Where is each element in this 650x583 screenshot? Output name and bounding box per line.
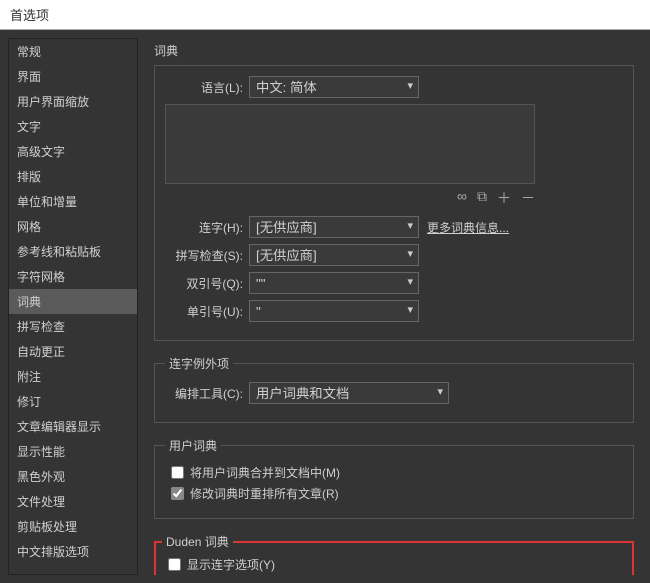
window-title: 首选项: [10, 8, 49, 23]
merge-checkbox[interactable]: [171, 466, 184, 479]
dictionary-toolbar: ∞ ⧉ ＋ －: [165, 188, 535, 208]
sidebar-item[interactable]: 拼写检查: [9, 314, 137, 339]
language-label: 语言(L):: [165, 79, 243, 96]
merge-label[interactable]: 将用户词典合并到文档中(M): [190, 464, 340, 481]
sidebar-item[interactable]: 高级文字: [9, 139, 137, 164]
duden-show-hyphen-label[interactable]: 显示连字选项(Y): [187, 556, 275, 573]
sidebar-item[interactable]: 词典: [9, 289, 137, 314]
sidebar-item[interactable]: 显示性能: [9, 439, 137, 464]
duden-show-hyphen-checkbox[interactable]: [168, 558, 181, 571]
plus-icon[interactable]: ＋: [497, 188, 511, 208]
recompose-checkbox[interactable]: [171, 487, 184, 500]
compose-label: 编排工具(C):: [165, 385, 243, 402]
content-panel: 词典 语言(L): 中文: 简体 ∞ ⧉ ＋ － 连字(H):: [146, 38, 642, 575]
duden-legend: Duden 词典: [162, 533, 233, 550]
window-titlebar: 首选项: [0, 0, 650, 30]
sidebar-item[interactable]: 网格: [9, 214, 137, 239]
compose-select[interactable]: 用户词典和文档: [249, 382, 449, 404]
sidebar-item[interactable]: 剪贴板处理: [9, 514, 137, 539]
spellcheck-label: 拼写检查(S):: [165, 247, 243, 264]
dictionary-list-area: [165, 104, 535, 184]
singlequote-select[interactable]: ": [249, 300, 419, 322]
link-icon[interactable]: ∞: [457, 188, 467, 208]
doublequote-label: 双引号(Q):: [165, 275, 243, 292]
minus-icon[interactable]: －: [521, 188, 535, 208]
sidebar-item[interactable]: 参考线和粘贴板: [9, 239, 137, 264]
sidebar-item[interactable]: 用户界面缩放: [9, 89, 137, 114]
sidebar-item[interactable]: 文章编辑器显示: [9, 414, 137, 439]
doublequote-select[interactable]: "": [249, 272, 419, 294]
hyphen-select[interactable]: [无供应商]: [249, 216, 419, 238]
main-area: 常规界面用户界面缩放文字高级文字排版单位和增量网格参考线和粘贴板字符网格词典拼写…: [0, 30, 650, 583]
relink-icon[interactable]: ⧉: [477, 188, 487, 208]
sidebar-item[interactable]: 自动更正: [9, 339, 137, 364]
sidebar-item[interactable]: 黑色外观: [9, 464, 137, 489]
sidebar-item[interactable]: 修订: [9, 389, 137, 414]
spellcheck-select[interactable]: [无供应商]: [249, 244, 419, 266]
sidebar-item[interactable]: 附注: [9, 364, 137, 389]
panel-title: 词典: [154, 42, 634, 59]
sidebar-item[interactable]: 界面: [9, 64, 137, 89]
hyphen-label: 连字(H):: [165, 219, 243, 236]
sidebar-item[interactable]: 常规: [9, 39, 137, 64]
more-dict-info-link[interactable]: 更多词典信息...: [427, 219, 509, 236]
sidebar-item[interactable]: 中文排版选项: [9, 539, 137, 564]
singlequote-label: 单引号(U):: [165, 303, 243, 320]
duden-fieldset: Duden 词典 显示连字选项(Y) i Duden 词典可提供更加准确的德语连…: [154, 533, 634, 575]
language-fieldset: 语言(L): 中文: 简体 ∞ ⧉ ＋ － 连字(H): [无供应商]: [154, 65, 634, 341]
sidebar-item[interactable]: 文件处理: [9, 489, 137, 514]
language-select[interactable]: 中文: 简体: [249, 76, 419, 98]
preferences-sidebar: 常规界面用户界面缩放文字高级文字排版单位和增量网格参考线和粘贴板字符网格词典拼写…: [8, 38, 138, 575]
recompose-label[interactable]: 修改词典时重排所有文章(R): [190, 485, 339, 502]
sidebar-item[interactable]: 字符网格: [9, 264, 137, 289]
sidebar-item[interactable]: 单位和增量: [9, 189, 137, 214]
hyphen-exception-fieldset: 连字例外项 编排工具(C): 用户词典和文档: [154, 355, 634, 423]
user-dict-fieldset: 用户词典 将用户词典合并到文档中(M) 修改词典时重排所有文章(R): [154, 437, 634, 519]
hyphen-exception-legend: 连字例外项: [165, 355, 233, 372]
sidebar-item[interactable]: 文字: [9, 114, 137, 139]
sidebar-item[interactable]: 排版: [9, 164, 137, 189]
user-dict-legend: 用户词典: [165, 437, 221, 454]
